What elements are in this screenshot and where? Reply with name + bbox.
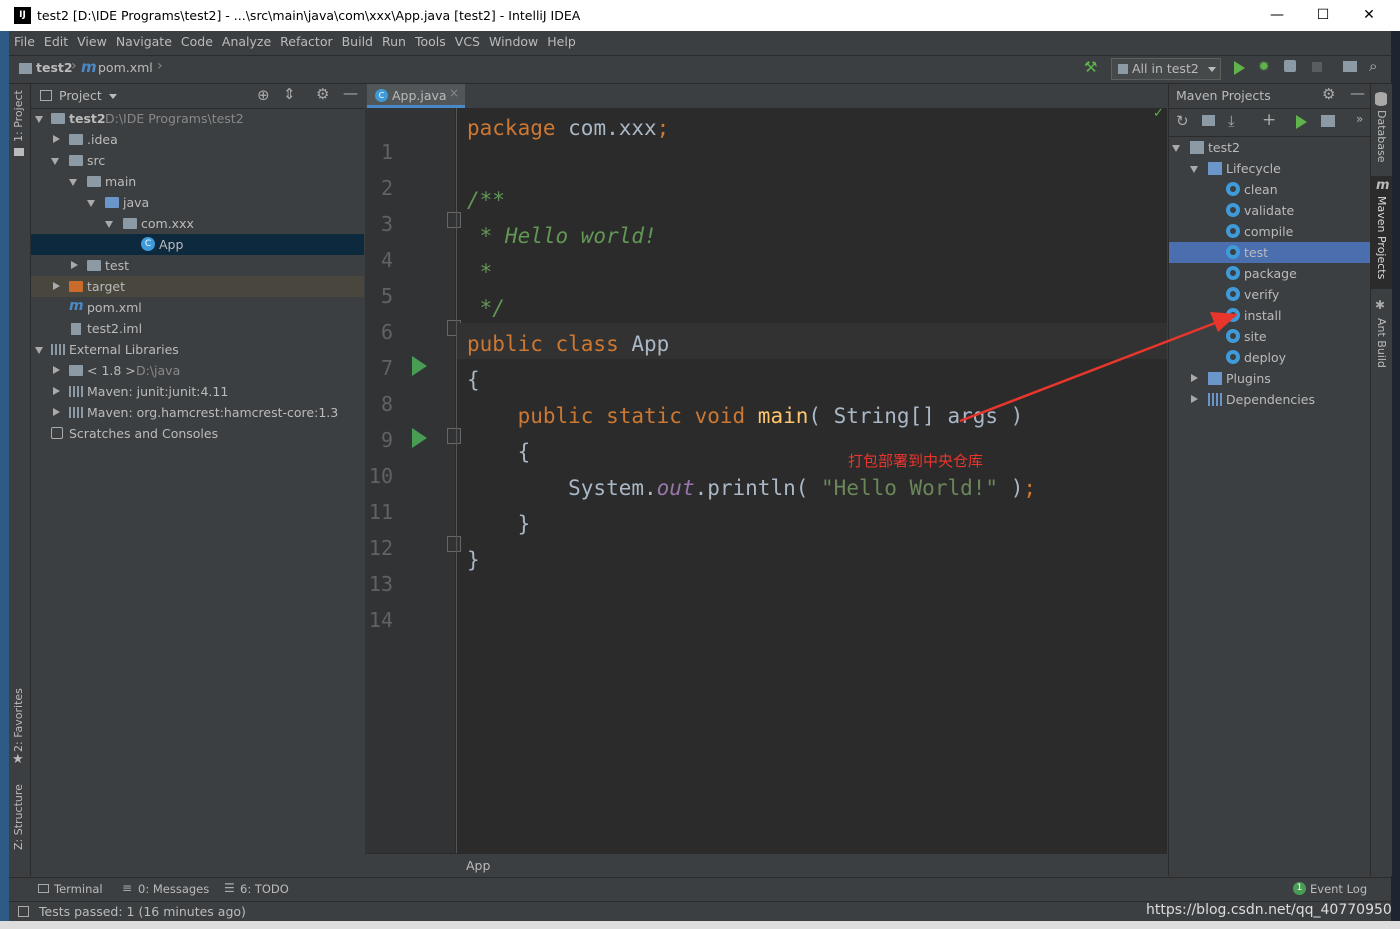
terminal-icon xyxy=(38,884,49,893)
status-bar: Tests passed: 1 (16 minutes ago) https:/… xyxy=(9,901,1392,922)
todo-tool-button[interactable]: 6: TODO xyxy=(240,882,289,896)
event-log-tool-button[interactable]: Event Log xyxy=(1310,882,1367,896)
messages-icon: ≡ xyxy=(122,881,133,895)
annotation-arrow xyxy=(959,312,1238,423)
terminal-tool-button[interactable]: Terminal xyxy=(54,882,103,896)
bottom-tool-stripe: Terminal ≡ 0: Messages ☰ 6: TODO 1 Event… xyxy=(9,877,1391,901)
window-bottom-edge xyxy=(0,921,1400,929)
toggle-tool-windows-icon[interactable] xyxy=(18,906,29,917)
todo-icon: ☰ xyxy=(224,881,235,895)
annotation-arrow-head xyxy=(1210,312,1238,332)
event-log-badge: 1 xyxy=(1293,882,1306,895)
annotation-arrow-line xyxy=(959,318,1224,423)
annotation-text: 打包部署到中央仓库 xyxy=(848,452,984,470)
status-message: Tests passed: 1 (16 minutes ago) xyxy=(39,904,246,919)
messages-tool-button[interactable]: 0: Messages xyxy=(138,882,209,896)
watermark-url: https://blog.csdn.net/qq_40770950 xyxy=(1146,902,1392,918)
